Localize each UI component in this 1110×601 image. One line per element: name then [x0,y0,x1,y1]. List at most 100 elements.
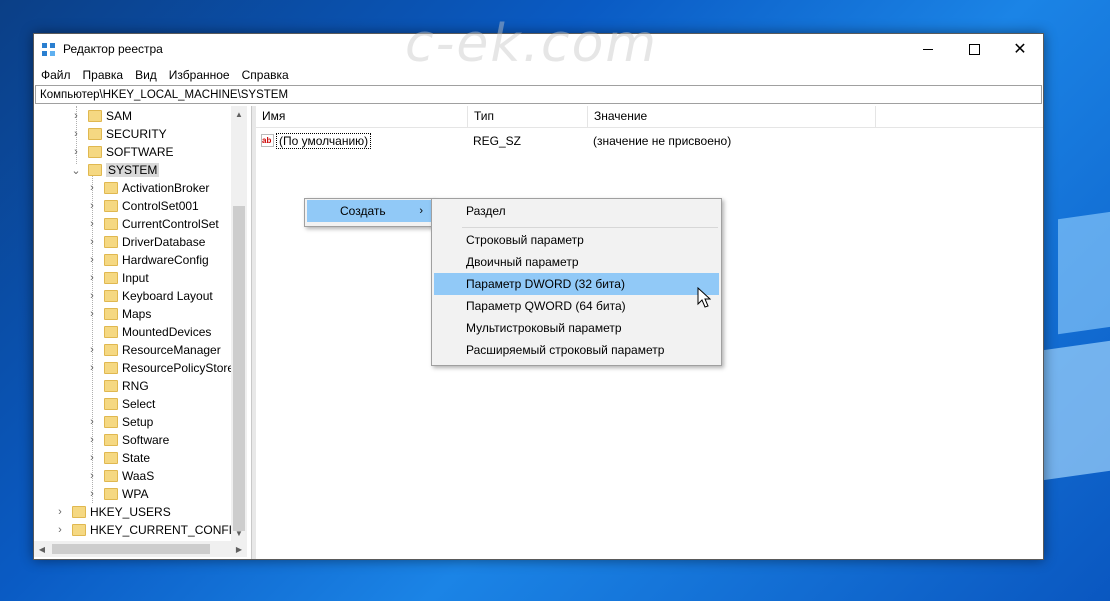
menu-file[interactable]: Файл [35,68,77,82]
watermark-logo: c-ek.com [405,14,659,74]
desktop-light-pane [1058,210,1110,335]
tree-item-hkey-users[interactable]: › HKEY_USERS [54,503,171,521]
chevron-right-icon[interactable]: › [70,146,82,158]
tree-horizontal-scrollbar[interactable]: ◀ ▶ [34,541,247,557]
column-header-name[interactable]: Имя [256,106,468,127]
chevron-right-icon[interactable]: › [70,110,82,122]
tree-item-security[interactable]: › SECURITY [70,125,167,143]
tree-item-driverdatabase[interactable]: › DriverDatabase [86,233,205,251]
submenu-item-key[interactable]: Раздел [434,200,719,222]
folder-icon [104,254,118,266]
table-row[interactable]: ab (По умолчанию) REG_SZ (значение не пр… [256,132,856,150]
folder-icon [104,200,118,212]
scroll-down-icon[interactable]: ▼ [231,525,247,541]
column-header-type[interactable]: Тип [468,106,588,127]
close-icon: ✕ [1013,40,1027,58]
folder-icon [88,128,102,140]
menu-edit[interactable]: Правка [77,68,130,82]
folder-icon [104,272,118,284]
address-bar[interactable]: Компьютер\HKEY_LOCAL_MACHINE\SYSTEM [35,85,1042,104]
chevron-right-icon[interactable]: › [86,200,98,212]
submenu-item-qword-value[interactable]: Параметр QWORD (64 бита) [434,295,719,317]
scroll-right-icon[interactable]: ▶ [231,541,247,557]
chevron-right-icon[interactable]: › [86,434,98,446]
folder-icon [72,506,86,518]
tree-item-hardwareconfig[interactable]: › HardwareConfig [86,251,209,269]
chevron-right-icon[interactable]: › [86,218,98,230]
tree-item-mounteddevices[interactable]: MountedDevices [86,323,211,341]
chevron-right-icon[interactable]: › [86,488,98,500]
chevron-right-icon[interactable]: › [86,308,98,320]
column-header-value[interactable]: Значение [588,106,876,127]
chevron-right-icon[interactable]: › [86,182,98,194]
menu-help[interactable]: Справка [236,68,295,82]
chevron-right-icon[interactable]: › [86,452,98,464]
tree-vertical-scrollbar[interactable]: ▲ ▼ [231,106,247,541]
tree-item-select[interactable]: Select [86,395,155,413]
folder-icon [104,380,118,392]
chevron-right-icon[interactable]: › [86,272,98,284]
menu-item-create[interactable]: Создать › [307,200,431,222]
chevron-right-icon[interactable]: › [70,128,82,140]
close-button[interactable]: ✕ [997,34,1043,65]
submenu-item-dword-value[interactable]: Параметр DWORD (32 бита) [434,273,719,295]
folder-icon [72,524,86,536]
tree-item-input[interactable]: › Input [86,269,149,287]
window-title: Редактор реестра [63,42,163,56]
chevron-right-icon[interactable]: › [86,362,98,374]
tree-item-hkey-current-config[interactable]: › HKEY_CURRENT_CONFIG [54,521,241,539]
tree-item-state[interactable]: › State [86,449,150,467]
chevron-right-icon[interactable]: › [86,470,98,482]
folder-icon [104,236,118,248]
submenu-item-string-value[interactable]: Строковый параметр [434,229,719,251]
chevron-right-icon[interactable]: › [54,506,66,518]
folder-icon [104,470,118,482]
tree-item-keyboard-layout[interactable]: › Keyboard Layout [86,287,213,305]
tree-item-software[interactable]: › SOFTWARE [70,143,173,161]
submenu-item-multi-string-value[interactable]: Мультистроковый параметр [434,317,719,339]
menu-favorites[interactable]: Избранное [163,68,236,82]
scroll-up-icon[interactable]: ▲ [231,106,247,122]
maximize-icon [968,44,980,55]
tree-item-activationbroker[interactable]: › ActivationBroker [86,179,209,197]
tree-item-software-sub[interactable]: › Software [86,431,169,449]
tree-item-maps[interactable]: › Maps [86,305,151,323]
submenu-item-expandable-string-value[interactable]: Расширяемый строковый параметр [434,339,719,361]
tree-item-sam[interactable]: › SAM [70,107,132,125]
chevron-right-icon[interactable]: › [86,254,98,266]
chevron-right-icon: › [419,205,423,217]
tree-item-system[interactable]: ⌄ SYSTEM [70,161,160,179]
tree-item-currentcontrolset[interactable]: › CurrentControlSet [86,215,219,233]
string-value-icon: ab [261,134,274,147]
chevron-right-icon[interactable]: › [86,236,98,248]
folder-icon [88,146,102,158]
tree-item-resourcepolicystore[interactable]: › ResourcePolicyStore [86,359,234,377]
menu-view[interactable]: Вид [129,68,163,82]
chevron-right-icon[interactable]: › [86,344,98,356]
chevron-right-icon[interactable]: › [86,416,98,428]
scroll-thumb[interactable] [233,206,245,531]
scroll-left-icon[interactable]: ◀ [34,541,50,557]
folder-icon [104,326,118,338]
minimize-button[interactable] [905,34,951,65]
tree-item-resourcemanager[interactable]: › ResourceManager [86,341,221,359]
scroll-thumb[interactable] [52,544,210,554]
submenu-item-binary-value[interactable]: Двоичный параметр [434,251,719,273]
folder-icon [88,110,102,122]
tree-item-setup[interactable]: › Setup [86,413,153,431]
create-submenu: Раздел Строковый параметр Двоичный парам… [431,198,722,366]
chevron-right-icon[interactable]: › [54,524,66,536]
chevron-right-icon[interactable]: › [86,290,98,302]
tree-item-wpa[interactable]: › WPA [86,485,148,503]
tree-item-waas[interactable]: › WaaS [86,467,154,485]
tree-item-controlset001[interactable]: › ControlSet001 [86,197,199,215]
tree-item-rng[interactable]: RNG [86,377,149,395]
regedit-app-icon [42,43,56,57]
value-name: (По умолчанию) [276,133,372,149]
value-type: REG_SZ [473,134,522,148]
chevron-down-icon[interactable]: ⌄ [70,164,82,177]
folder-icon [104,290,118,302]
value-data: (значение не присвоено) [593,134,732,148]
key-tree: › SAM › SECURITY › SOFTWARE ⌄ SYSTEM › Activa… [34,106,253,559]
maximize-button[interactable] [951,34,997,65]
